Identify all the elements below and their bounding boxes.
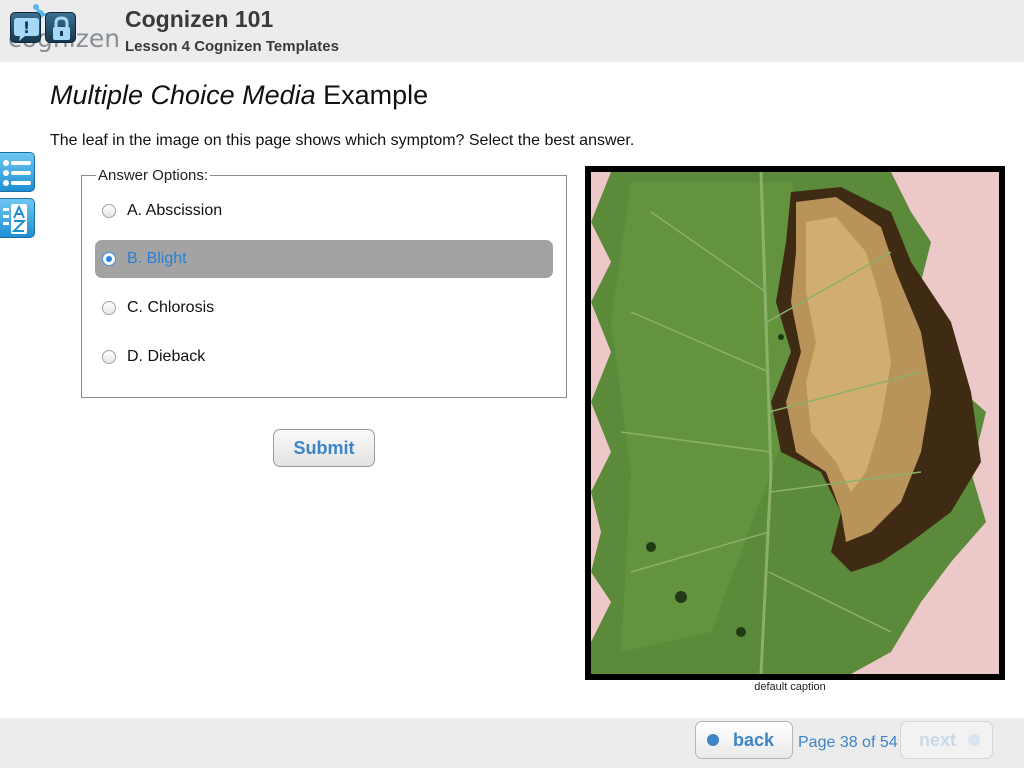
page-counter: Page 38 of 54 <box>798 734 898 751</box>
radio-button[interactable] <box>102 301 116 315</box>
back-button[interactable]: back <box>695 721 793 759</box>
az-glossary-icon <box>3 204 27 234</box>
answer-option-b[interactable]: B. Blight <box>95 240 553 278</box>
header-bar: cognizen Cognizen 101 Lesson 4 Cognizen … <box>0 0 1024 62</box>
answer-option-label: A. Abscission <box>127 202 223 219</box>
answer-option-label: B. Blight <box>127 250 187 267</box>
answer-option-a[interactable]: A. Abscission <box>95 192 553 230</box>
page-title-rest: Example <box>315 80 429 110</box>
next-label: next <box>919 730 957 750</box>
back-arrow-icon <box>707 734 719 746</box>
help-icon: ! <box>14 18 39 41</box>
next-button[interactable]: next <box>900 721 993 759</box>
back-label: back <box>733 730 775 750</box>
radio-button[interactable] <box>102 252 116 266</box>
help-button[interactable]: ! <box>10 12 41 43</box>
radio-button[interactable] <box>102 204 116 218</box>
course-title: Cognizen 101 <box>125 6 274 32</box>
svg-text:!: ! <box>23 18 30 37</box>
lesson-title: Lesson 4 Cognizen Templates <box>125 38 339 55</box>
page-title: Multiple Choice Media Example <box>50 80 428 111</box>
list-icon <box>3 160 31 186</box>
answer-options-group: Answer Options: A. Abscission B. Blight … <box>81 167 567 398</box>
answer-option-c[interactable]: C. Chlorosis <box>95 289 553 327</box>
lock-icon <box>53 16 70 40</box>
answer-option-d[interactable]: D. Dieback <box>95 338 553 376</box>
page-title-italic: Multiple Choice Media <box>50 80 316 110</box>
answer-options-legend: Answer Options: <box>96 167 211 184</box>
answer-option-label: D. Dieback <box>127 348 206 365</box>
leaf-image <box>591 172 999 674</box>
radio-button[interactable] <box>102 350 116 364</box>
answer-option-label: C. Chlorosis <box>127 299 215 316</box>
next-arrow-icon <box>968 734 980 746</box>
lock-button[interactable] <box>45 12 76 43</box>
leaf-blight-illustration <box>591 172 999 674</box>
submit-button[interactable]: Submit <box>273 429 375 467</box>
media-caption: default caption <box>754 681 826 693</box>
glossary-button[interactable] <box>0 198 35 238</box>
media-frame <box>585 166 1005 680</box>
question-text: The leaf in the image on this page shows… <box>50 132 635 149</box>
lesson-menu-button[interactable] <box>0 152 35 192</box>
